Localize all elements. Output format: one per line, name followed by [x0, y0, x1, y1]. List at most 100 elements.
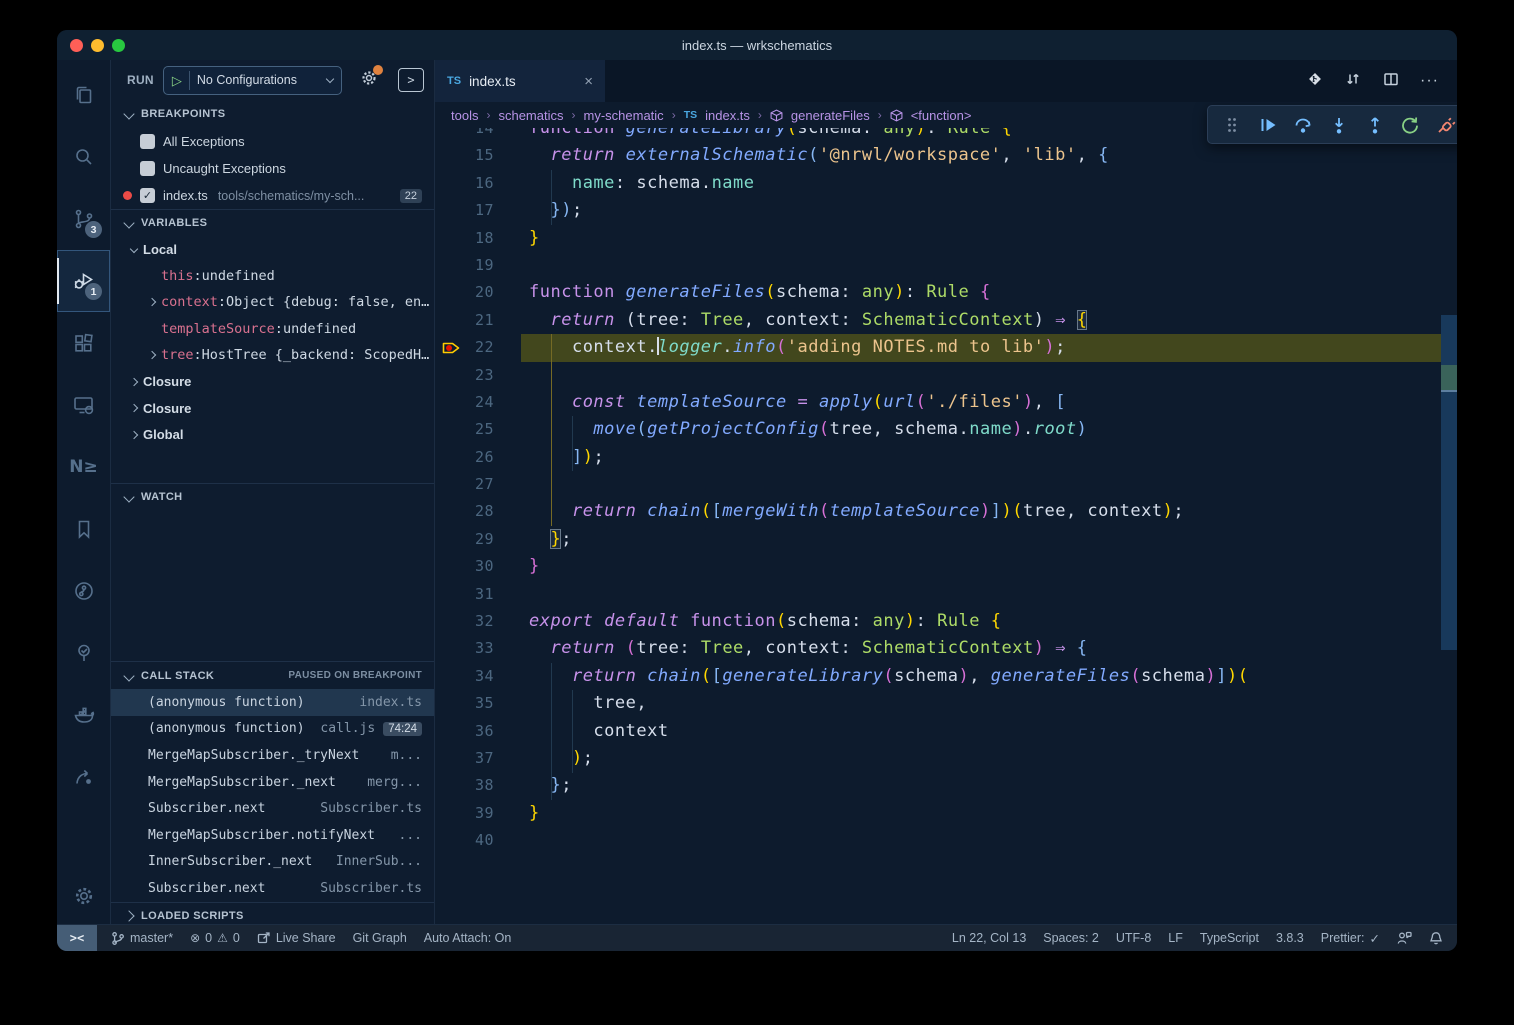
toolbar-drag-handle[interactable] — [1219, 112, 1245, 138]
tab-index-ts[interactable]: TS index.ts × — [435, 60, 605, 102]
code-text[interactable]: return (tree: Tree, context: SchematicCo… — [529, 635, 1087, 662]
step-into-icon[interactable] — [1326, 112, 1352, 138]
breakpoint-gutter[interactable] — [435, 690, 461, 717]
breakpoint-gutter[interactable] — [435, 800, 461, 827]
breakpoint-gutter[interactable] — [435, 745, 461, 772]
explorer-icon[interactable] — [57, 64, 110, 126]
variable-row[interactable]: Global — [111, 422, 434, 449]
code-text[interactable]: context.logger.info('adding NOTES.md to … — [529, 334, 1066, 361]
breadcrumb-file[interactable]: index.ts — [705, 108, 750, 123]
call-stack-frame[interactable]: MergeMapSubscriber._nextmerg... — [111, 769, 434, 796]
more-actions-icon[interactable]: ··· — [1420, 72, 1439, 90]
remote-explorer-icon[interactable] — [57, 374, 110, 436]
breakpoint-gutter[interactable] — [435, 471, 461, 498]
nx-console-icon[interactable]: N≥ — [57, 436, 110, 498]
breakpoint-gutter[interactable] — [435, 252, 461, 279]
continue-icon[interactable] — [1255, 112, 1281, 138]
breakpoint-gutter[interactable] — [435, 416, 461, 443]
prettier-item[interactable]: Prettier: ✓ — [1321, 931, 1380, 946]
breakpoint-gutter[interactable] — [435, 307, 461, 334]
git-graph-item[interactable]: Git Graph — [353, 931, 407, 945]
breakpoint-gutter[interactable] — [435, 608, 461, 635]
breakpoint-checkbox[interactable] — [140, 134, 155, 149]
code-text[interactable]: } — [529, 553, 540, 580]
breakpoint-row[interactable]: Uncaught Exceptions — [111, 155, 434, 182]
bookmarks-icon[interactable] — [57, 498, 110, 560]
breakpoint-checkbox[interactable]: ✓ — [140, 188, 155, 203]
share-icon[interactable] — [57, 746, 110, 808]
variable-row[interactable]: context: Object {debug: false, en… — [111, 289, 434, 316]
run-and-debug-icon[interactable]: 1 — [57, 250, 110, 312]
code-text[interactable]: return (tree: Tree, context: SchematicCo… — [529, 307, 1087, 334]
call-stack-frame[interactable]: Subscriber.nextSubscriber.ts — [111, 875, 434, 902]
encoding-item[interactable]: UTF-8 — [1116, 931, 1151, 945]
breadcrumb-folder[interactable]: schematics — [498, 108, 563, 123]
code-text[interactable]: export default function(schema: any): Ru… — [529, 608, 1002, 635]
search-icon[interactable] — [57, 126, 110, 188]
configure-gear-button[interactable] — [359, 68, 379, 93]
breakpoint-gutter[interactable] — [435, 772, 461, 799]
code-text[interactable]: tree, — [529, 690, 647, 717]
step-out-icon[interactable] — [1362, 112, 1388, 138]
editor-scrollbar[interactable] — [1441, 102, 1457, 924]
step-over-icon[interactable] — [1290, 112, 1316, 138]
restart-icon[interactable] — [1397, 112, 1423, 138]
feedback-icon[interactable] — [1397, 931, 1412, 945]
breakpoint-gutter[interactable] — [435, 635, 461, 662]
extensions-icon[interactable] — [57, 312, 110, 374]
test-explorer-icon[interactable] — [57, 622, 110, 684]
gitlens-open-changes-icon[interactable] — [1306, 70, 1324, 93]
breakpoint-gutter[interactable] — [435, 197, 461, 224]
close-tab-icon[interactable]: × — [584, 73, 593, 90]
breakpoint-gutter[interactable] — [435, 142, 461, 169]
breakpoint-gutter[interactable] — [435, 334, 461, 361]
code-text[interactable]: ]); — [529, 444, 604, 471]
git-branch-item[interactable]: master* — [111, 931, 173, 946]
variable-row[interactable]: templateSource: undefined — [111, 316, 434, 343]
variable-row[interactable]: Local — [111, 236, 434, 263]
variable-row[interactable]: Closure — [111, 395, 434, 422]
breakpoint-gutter[interactable] — [435, 362, 461, 389]
breadcrumb-symbol[interactable]: <function> — [911, 108, 972, 123]
breakpoint-gutter[interactable] — [435, 581, 461, 608]
language-mode-item[interactable]: TypeScript — [1200, 931, 1259, 945]
git-history-icon[interactable] — [57, 560, 110, 622]
breakpoint-gutter[interactable] — [435, 827, 461, 854]
ts-version-item[interactable]: 3.8.3 — [1276, 931, 1304, 945]
breakpoint-gutter[interactable] — [435, 553, 461, 580]
debug-console-button[interactable]: > — [398, 68, 424, 92]
call-stack-frame[interactable]: MergeMapSubscriber._tryNextm... — [111, 742, 434, 769]
watch-section-header[interactable]: WATCH — [111, 483, 434, 510]
breakpoint-gutter[interactable] — [435, 498, 461, 525]
live-share-item[interactable]: Live Share — [257, 931, 336, 945]
code-text[interactable]: move(getProjectConfig(tree, schema.name)… — [529, 416, 1087, 443]
zoom-window-button[interactable] — [112, 39, 125, 52]
docker-icon[interactable] — [57, 684, 110, 746]
breadcrumb-folder[interactable]: tools — [451, 108, 478, 123]
close-window-button[interactable] — [70, 39, 83, 52]
code-text[interactable]: return chain([generateLibrary(schema), g… — [529, 663, 1248, 690]
breadcrumb-folder[interactable]: my-schematic — [584, 108, 664, 123]
code-text[interactable]: context — [529, 718, 669, 745]
breakpoint-gutter[interactable] — [435, 444, 461, 471]
call-stack-frame[interactable]: (anonymous function)index.ts — [111, 689, 434, 716]
variables-section-header[interactable]: VARIABLES — [111, 209, 434, 236]
minimize-window-button[interactable] — [91, 39, 104, 52]
code-text[interactable]: }; — [529, 772, 572, 799]
call-stack-frame[interactable]: (anonymous function)call.js74:24 — [111, 716, 434, 743]
breakpoint-gutter[interactable] — [435, 663, 461, 690]
problems-item[interactable]: ⊗ 0 ⚠ 0 — [190, 931, 240, 945]
breakpoint-checkbox[interactable] — [140, 161, 155, 176]
breakpoint-gutter[interactable] — [435, 718, 461, 745]
code-text[interactable]: name: schema.name — [529, 170, 755, 197]
variable-row[interactable]: Closure — [111, 369, 434, 396]
disconnect-icon[interactable] — [1433, 112, 1457, 138]
variable-row[interactable]: this: undefined — [111, 263, 434, 290]
loaded-scripts-section-header[interactable]: LOADED SCRIPTS — [111, 902, 434, 924]
auto-attach-item[interactable]: Auto Attach: On — [424, 931, 512, 945]
call-stack-section-header[interactable]: CALL STACK PAUSED ON BREAKPOINT — [111, 661, 434, 689]
code-text[interactable]: }; — [529, 526, 572, 553]
code-text[interactable]: } — [529, 225, 540, 252]
remote-indicator[interactable]: >< — [57, 925, 97, 951]
code-text[interactable]: }); — [529, 197, 583, 224]
